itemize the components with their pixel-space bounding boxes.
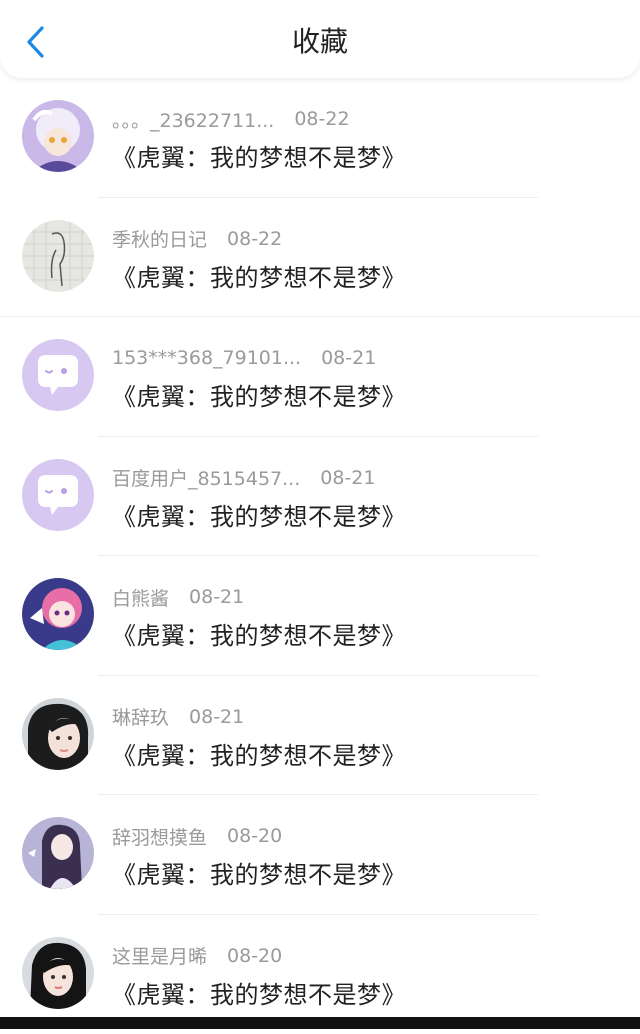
item-date: 08-22 bbox=[227, 228, 282, 250]
avatar[interactable] bbox=[22, 100, 94, 172]
avatar[interactable] bbox=[22, 698, 94, 770]
favorite-item[interactable]: 辞羽想摸鱼 08-20 《虎翼：我的梦想不是梦》 bbox=[0, 795, 640, 915]
avatar[interactable] bbox=[22, 817, 94, 889]
item-date: 08-20 bbox=[227, 825, 282, 847]
user-name[interactable]: 琳辞玖 bbox=[112, 703, 169, 730]
favorite-item[interactable]: 153***368_79101... 08-21 《虎翼：我的梦想不是梦》 bbox=[0, 317, 640, 437]
item-content[interactable]: 《虎翼：我的梦想不是梦》 bbox=[112, 616, 406, 651]
item-meta: 季秋的日记 08-22 bbox=[112, 226, 282, 252]
user-name[interactable]: 辞羽想摸鱼 bbox=[112, 823, 207, 850]
avatar[interactable] bbox=[22, 578, 94, 650]
user-name[interactable]: 。。。_23622711... bbox=[112, 106, 274, 133]
item-meta: 辞羽想摸鱼 08-20 bbox=[112, 823, 282, 849]
item-meta: 百度用户_8515457... 08-21 bbox=[112, 465, 375, 491]
user-name[interactable]: 白熊酱 bbox=[112, 584, 169, 611]
item-meta: 白熊酱 08-21 bbox=[112, 584, 244, 610]
item-meta: 。。。_23622711... 08-22 bbox=[112, 106, 350, 132]
page-title: 收藏 bbox=[0, 22, 640, 62]
user-name[interactable]: 153***368_79101... bbox=[112, 347, 301, 369]
item-date: 08-22 bbox=[294, 108, 349, 130]
avatar[interactable] bbox=[22, 339, 94, 411]
favorites-list: 。。。_23622711... 08-22 《虎翼：我的梦想不是梦》 季秋的日记 bbox=[0, 78, 640, 1034]
item-date: 08-21 bbox=[189, 706, 244, 728]
favorite-item[interactable]: 。。。_23622711... 08-22 《虎翼：我的梦想不是梦》 bbox=[0, 78, 640, 198]
avatar[interactable] bbox=[22, 937, 94, 1009]
item-content[interactable]: 《虎翼：我的梦想不是梦》 bbox=[112, 377, 406, 412]
item-date: 08-21 bbox=[321, 347, 376, 369]
item-content[interactable]: 《虎翼：我的梦想不是梦》 bbox=[112, 258, 406, 293]
user-name[interactable]: 百度用户_8515457... bbox=[112, 464, 300, 491]
item-content[interactable]: 《虎翼：我的梦想不是梦》 bbox=[112, 497, 406, 532]
favorite-item[interactable]: 白熊酱 08-21 《虎翼：我的梦想不是梦》 bbox=[0, 556, 640, 676]
favorite-item[interactable]: 百度用户_8515457... 08-21 《虎翼：我的梦想不是梦》 bbox=[0, 437, 640, 557]
avatar[interactable] bbox=[22, 459, 94, 531]
item-date: 08-20 bbox=[227, 945, 282, 967]
favorite-item[interactable]: 琳辞玖 08-21 《虎翼：我的梦想不是梦》 bbox=[0, 676, 640, 796]
avatar[interactable] bbox=[22, 220, 94, 292]
favorite-item[interactable]: 季秋的日记 08-22 《虎翼：我的梦想不是梦》 bbox=[0, 198, 640, 318]
item-meta: 153***368_79101... 08-21 bbox=[112, 345, 376, 371]
item-content[interactable]: 《虎翼：我的梦想不是梦》 bbox=[112, 736, 406, 771]
user-name[interactable]: 这里是月晞 bbox=[112, 942, 207, 969]
item-content[interactable]: 《虎翼：我的梦想不是梦》 bbox=[112, 975, 406, 1010]
item-meta: 这里是月晞 08-20 bbox=[112, 943, 282, 969]
user-name[interactable]: 季秋的日记 bbox=[112, 225, 207, 252]
item-date: 08-21 bbox=[320, 467, 375, 489]
item-content[interactable]: 《虎翼：我的梦想不是梦》 bbox=[112, 138, 406, 173]
item-meta: 琳辞玖 08-21 bbox=[112, 704, 244, 730]
item-date: 08-21 bbox=[189, 586, 244, 608]
item-content[interactable]: 《虎翼：我的梦想不是梦》 bbox=[112, 855, 406, 890]
header-bar: 收藏 bbox=[0, 0, 640, 78]
system-nav-bar bbox=[0, 1017, 640, 1029]
